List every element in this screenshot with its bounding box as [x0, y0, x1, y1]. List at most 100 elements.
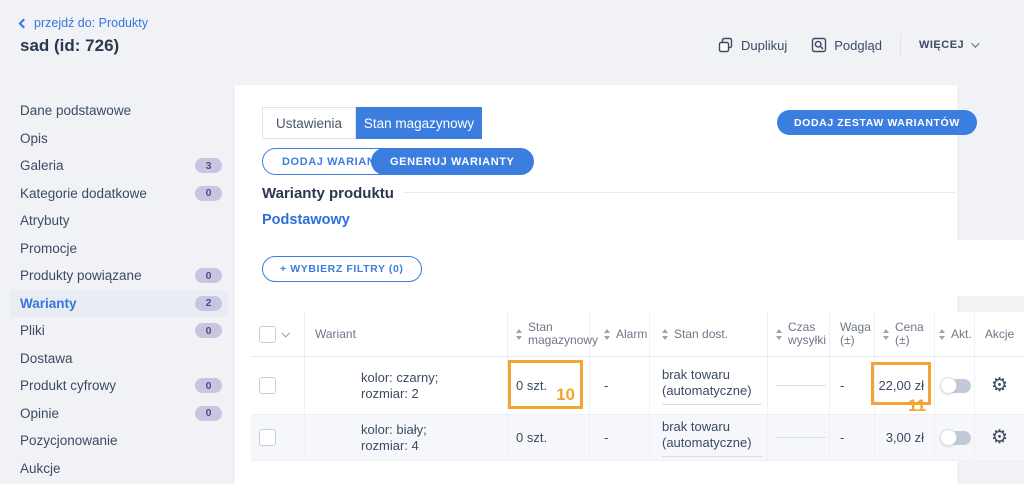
count-badge: 2 [195, 296, 222, 311]
empty-input-line[interactable] [776, 385, 826, 386]
header-divider [900, 34, 901, 56]
annotation-box-10: 10 [508, 360, 583, 409]
sidebar-item-atrybuty[interactable]: Atrybuty [10, 207, 228, 235]
sidebar: Dane podstawowe Opis Galeria 3 Kategorie… [0, 97, 235, 482]
sidebar-item-dane-podstawowe[interactable]: Dane podstawowe [10, 97, 228, 125]
sidebar-item-label: Promocje [20, 241, 77, 256]
shipping-time-cell[interactable] [768, 357, 830, 414]
availability-cell[interactable]: brak towaru(automatyczne) [650, 357, 768, 414]
sort-icon[interactable] [776, 329, 782, 340]
sidebar-item-label: Dane podstawowe [20, 103, 131, 118]
tab-stan-magazynowy[interactable]: Stan magazynowy [356, 107, 482, 139]
active-cell [935, 357, 975, 414]
preview-button[interactable]: Podgląd [811, 37, 882, 53]
sidebar-item-opinie[interactable]: Opinie 0 [10, 400, 228, 428]
back-link-label: przejdź do: Produkty [34, 16, 148, 30]
annotation-number: 10 [556, 385, 575, 405]
sidebar-item-label: Aukcje [20, 461, 61, 476]
chevron-left-icon [19, 18, 29, 28]
availability-cell[interactable]: brak towaru(automatyczne) [650, 415, 768, 460]
stock-cell[interactable]: 0 szt. [508, 415, 590, 460]
sidebar-item-label: Opis [20, 131, 48, 146]
active-toggle[interactable] [941, 431, 971, 445]
active-toggle[interactable] [941, 379, 971, 393]
back-to-products-link[interactable]: przejdź do: Produkty [20, 16, 148, 30]
table-row: kolor: biały;rozmiar: 4 0 szt. - brak to… [251, 415, 1024, 461]
sidebar-item-label: Produkty powiązane [20, 268, 142, 283]
tabs: Ustawienia Stan magazynowy [262, 107, 482, 139]
actions-cell: ⚙ [975, 357, 1024, 414]
annotation-number: 11 [908, 396, 926, 416]
select-dropdown-icon[interactable] [281, 329, 289, 337]
sidebar-item-label: Opinie [20, 406, 59, 421]
column-header-variant: Wariant [305, 312, 508, 356]
gear-icon[interactable]: ⚙ [991, 376, 1008, 395]
sidebar-item-produkty-powiazane[interactable]: Produkty powiązane 0 [10, 262, 228, 290]
sidebar-item-promocje[interactable]: Promocje [10, 235, 228, 263]
more-label: WIĘCEJ [919, 39, 964, 51]
weight-cell: - [830, 415, 875, 460]
panel-extension [957, 240, 1024, 296]
shipping-time-cell[interactable] [768, 415, 830, 460]
add-variant-set-button[interactable]: DODAJ ZESTAW WARIANTÓW [777, 110, 977, 135]
chevron-down-icon [971, 39, 979, 47]
sidebar-item-label: Atrybuty [20, 213, 70, 228]
sidebar-item-dostawa[interactable]: Dostawa [10, 345, 228, 373]
weight-cell: - [830, 357, 875, 414]
sidebar-item-aukcje[interactable]: Aukcje [10, 455, 228, 483]
row-checkbox[interactable] [259, 377, 276, 394]
sidebar-item-pozycjonowanie[interactable]: Pozycjonowanie [10, 427, 228, 455]
row-checkbox[interactable] [259, 429, 276, 446]
column-header-weight: Waga (±) [830, 312, 875, 356]
more-button[interactable]: WIĘCEJ [919, 39, 977, 51]
gear-icon[interactable]: ⚙ [991, 428, 1008, 447]
sidebar-item-label: Produkt cyfrowy [20, 378, 116, 393]
sidebar-item-label: Dostawa [20, 351, 73, 366]
sidebar-item-label: Kategorie dodatkowe [20, 186, 147, 201]
sort-icon[interactable] [604, 329, 610, 340]
sidebar-item-label: Galeria [20, 158, 64, 173]
alarm-cell: - [590, 415, 650, 460]
sort-icon[interactable] [883, 329, 889, 340]
column-header-stock[interactable]: Stan magazynowy [508, 312, 590, 356]
sort-icon[interactable] [939, 329, 945, 340]
sidebar-item-pliki[interactable]: Pliki 0 [10, 317, 228, 345]
column-header-price[interactable]: Cena (±) [875, 312, 935, 356]
sidebar-item-opis[interactable]: Opis [10, 125, 228, 153]
sort-icon[interactable] [662, 329, 668, 340]
sidebar-item-label: Warianty [20, 296, 77, 311]
tab-ustawienia[interactable]: Ustawienia [262, 107, 356, 139]
header-actions: Duplikuj Podgląd WIĘCEJ [718, 34, 977, 56]
sort-icon[interactable] [516, 329, 522, 340]
column-header-active[interactable]: Akt. [935, 312, 975, 356]
sidebar-item-produkt-cyfrowy[interactable]: Produkt cyfrowy 0 [10, 372, 228, 400]
duplicate-button[interactable]: Duplikuj [718, 37, 787, 53]
price-cell[interactable]: 3,00 zł [875, 415, 935, 460]
actions-cell: ⚙ [975, 415, 1024, 460]
count-badge: 0 [195, 268, 222, 283]
duplicate-label: Duplikuj [741, 38, 787, 53]
column-header-availability[interactable]: Stan dost. [650, 312, 768, 356]
column-header-alarm[interactable]: Alarm [590, 312, 650, 356]
product-edit-screen: przejdź do: Produkty sad (id: 726) Dupli… [0, 0, 1024, 484]
generate-variants-button[interactable]: GENERUJ WARIANTY [371, 148, 534, 175]
variant-cell: kolor: czarny;rozmiar: 2 [305, 357, 508, 414]
sidebar-item-warianty[interactable]: Warianty 2 [10, 290, 228, 318]
active-cell [935, 415, 975, 460]
section-divider [404, 192, 955, 193]
choose-filters-button[interactable]: + WYBIERZ FILTRY (0) [262, 256, 422, 282]
annotation-box-11: 11 [871, 362, 931, 405]
sidebar-item-label: Pliki [20, 323, 45, 338]
sidebar-item-galeria[interactable]: Galeria 3 [10, 152, 228, 180]
count-badge: 0 [195, 323, 222, 338]
column-header-actions: Akcje [975, 312, 1024, 356]
column-header-shipping-time[interactable]: Czas wysyłki [768, 312, 830, 356]
count-badge: 3 [195, 158, 222, 173]
preview-label: Podgląd [834, 38, 882, 53]
count-badge: 0 [195, 186, 222, 201]
select-all-checkbox[interactable] [259, 326, 276, 343]
empty-input-line[interactable] [776, 437, 826, 438]
table-header-row: Wariant Stan magazynowy Alarm Stan dost.… [251, 312, 1024, 357]
sidebar-item-kategorie-dodatkowe[interactable]: Kategorie dodatkowe 0 [10, 180, 228, 208]
variant-group-link[interactable]: Podstawowy [262, 212, 350, 228]
